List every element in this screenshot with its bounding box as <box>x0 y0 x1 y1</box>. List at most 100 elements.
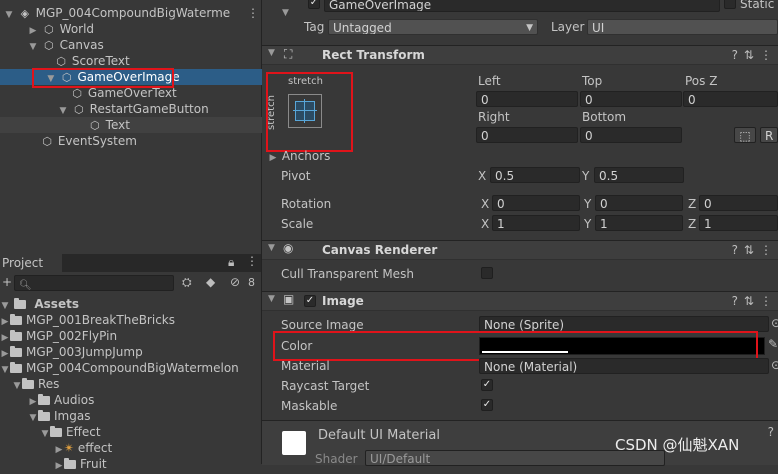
image-enabled-checkbox[interactable]: ✓ <box>304 295 316 307</box>
label-tag-icon[interactable]: ◆ <box>206 275 215 289</box>
assets-label: Assets <box>34 297 79 311</box>
folder-icon <box>38 394 50 405</box>
hierarchy-item-world[interactable]: ▶ ⬡ World <box>28 21 95 37</box>
folder-label: MGP_002FlyPin <box>26 329 118 343</box>
collapse-arrow-icon[interactable]: ▼ <box>268 243 275 253</box>
scale-x-field[interactable]: 1 <box>492 215 580 231</box>
material-field[interactable]: None (Material) <box>479 358 769 374</box>
collapse-arrow-icon[interactable]: ▼ <box>28 410 38 426</box>
field-value: 0.5 <box>495 169 515 183</box>
scale-z-field[interactable]: 1 <box>699 215 778 231</box>
kebab-menu-icon[interactable]: ⋮ <box>246 254 258 268</box>
hierarchy-item-label: Canvas <box>59 38 104 52</box>
expand-arrow-icon[interactable]: ▶ <box>268 150 278 166</box>
collapse-arrow-icon[interactable]: ▼ <box>40 426 50 442</box>
collapse-arrow-icon[interactable]: ▼ <box>28 39 38 55</box>
kebab-menu-icon[interactable]: ⋮ <box>247 5 259 21</box>
axis-x-label: X <box>478 169 487 183</box>
raycast-checkbox[interactable]: ✓ <box>481 379 493 391</box>
folder-icon <box>10 330 22 341</box>
rotation-y-field[interactable]: 0 <box>595 195 683 211</box>
raw-edit-button[interactable]: R <box>760 127 778 143</box>
gameobject-cube-icon: ⬡ <box>74 103 84 116</box>
layer-label: Layer <box>551 20 585 34</box>
expand-arrow-icon[interactable]: ▶ <box>54 458 64 474</box>
folder-item[interactable]: ▼ Imgas <box>28 408 91 426</box>
rotation-x-field[interactable]: 0 <box>492 195 580 211</box>
hidden-visibility-icon[interactable]: ⊘ <box>230 275 240 289</box>
active-checkbox[interactable]: ✓ <box>308 0 320 9</box>
dotted-rect-icon: ⬚ <box>739 129 751 143</box>
folder-item[interactable]: ▶ MGP_002FlyPin <box>0 328 118 344</box>
component-tools[interactable]: ?⇅⋮ <box>732 48 778 62</box>
object-name-field[interactable]: GameOverImage <box>324 0 720 12</box>
eyedropper-icon[interactable]: ✎ <box>768 337 778 351</box>
blueprint-mode-button[interactable]: ⬚ <box>734 127 756 143</box>
image-header[interactable]: ▼ ▣ ✓ Image ?⇅⋮ <box>262 291 778 311</box>
top-field[interactable]: 0 <box>580 91 682 107</box>
static-checkbox[interactable] <box>724 0 736 9</box>
object-picker-icon[interactable]: ⊙ <box>771 358 778 372</box>
raycast-label: Raycast Target <box>281 379 370 393</box>
scale-y-field[interactable]: 1 <box>595 215 683 231</box>
rotation-z-field[interactable]: 0 <box>699 195 778 211</box>
field-value: None (Sprite) <box>484 318 565 332</box>
folder-item[interactable]: ▼ Effect <box>40 424 101 440</box>
layer-dropdown[interactable]: UI <box>587 19 778 35</box>
folder-icon <box>10 314 22 325</box>
assets-root[interactable]: ▼ Assets <box>0 296 79 312</box>
hierarchy-item-canvas[interactable]: ▼ ⬡ Canvas <box>28 37 104 53</box>
maskable-checkbox[interactable]: ✓ <box>481 399 493 411</box>
hierarchy-item-label: GameOverText <box>87 86 177 100</box>
folder-item[interactable]: ▶ MGP_001BreakTheBricks <box>0 312 175 328</box>
right-field[interactable]: 0 <box>476 127 578 143</box>
filter-by-type-icon[interactable]: ⛭ <box>182 275 192 290</box>
collapse-arrow-icon[interactable]: ▼ <box>268 294 275 304</box>
object-picker-icon[interactable]: ⊙ <box>771 316 778 330</box>
component-tools[interactable]: ?⇅⋮ <box>732 243 778 257</box>
gameobject-cube-icon: ⬡ <box>90 119 100 132</box>
hierarchy-item-restartgamebutton[interactable]: ▼ ⬡ RestartGameButton <box>58 101 209 117</box>
help-icon[interactable]: ? <box>768 425 774 439</box>
hierarchy-item-gameovertext[interactable]: ⬡ GameOverText <box>70 85 177 101</box>
dropdown-arrow-icon[interactable]: ▼ <box>282 8 289 18</box>
bottom-field[interactable]: 0 <box>580 127 682 143</box>
pivot-y-field[interactable]: 0.5 <box>594 167 684 183</box>
left-field[interactable]: 0 <box>476 91 578 107</box>
collapse-arrow-icon[interactable]: ▼ <box>12 378 22 394</box>
folder-item[interactable]: ▼ MGP_004CompoundBigWatermelon <box>0 360 239 376</box>
tag-dropdown[interactable]: Untagged ▼ <box>328 19 538 35</box>
folder-item[interactable]: ▶ MGP_003JumpJump <box>0 344 143 360</box>
source-image-field[interactable]: None (Sprite) <box>479 316 769 332</box>
component-title: Rect Transform <box>322 48 425 62</box>
folder-item[interactable]: ▼ Res <box>12 376 60 394</box>
collapse-arrow-icon[interactable]: ▼ <box>4 7 14 23</box>
folder-item[interactable]: ▶ Fruit <box>54 456 107 472</box>
lock-icon[interactable]: 🔒︎ <box>228 255 234 270</box>
add-button[interactable]: + <box>2 275 12 289</box>
hierarchy-item-text[interactable]: ⬡ Text <box>0 117 262 133</box>
posz-field[interactable]: 0 <box>683 91 778 107</box>
hierarchy-item-scoretext[interactable]: ⬡ ScoreText <box>54 53 130 69</box>
component-tools[interactable]: ?⇅⋮ <box>732 294 778 308</box>
cull-checkbox[interactable] <box>481 267 493 279</box>
folder-label: MGP_004CompoundBigWatermelon <box>26 361 239 375</box>
collapse-arrow-icon[interactable]: ▼ <box>0 362 10 378</box>
canvas-renderer-header[interactable]: ▼ ◉ Canvas Renderer ?⇅⋮ <box>262 240 778 260</box>
asset-item[interactable]: ▶ ✴ effect <box>54 440 113 456</box>
eye-icon: ◉ <box>283 241 294 255</box>
hierarchy-item-eventsystem[interactable]: ⬡ EventSystem <box>40 133 137 149</box>
project-search-input[interactable]: 🔍︎ <box>14 275 174 291</box>
hierarchy-item-label: Text <box>105 118 130 132</box>
hierarchy-item-label: EventSystem <box>57 134 137 148</box>
gameobject-cube-icon: ⬡ <box>42 135 52 148</box>
pivot-x-field[interactable]: 0.5 <box>490 167 580 183</box>
collapse-arrow-icon[interactable]: ▼ <box>268 48 275 58</box>
scene-row[interactable]: ▼ ◈ MGP_004CompoundBigWaterme ⋮ <box>0 5 262 21</box>
tab-project[interactable]: Project <box>0 254 62 272</box>
rect-transform-header[interactable]: ▼ ⛶ Rect Transform ?⇅⋮ <box>262 45 778 65</box>
highlight-box-anchor <box>266 72 353 152</box>
anchors-foldout[interactable]: ▶ Anchors <box>268 148 331 166</box>
folder-item[interactable]: ▶ Audios <box>28 392 95 408</box>
field-value: 0 <box>600 197 608 211</box>
